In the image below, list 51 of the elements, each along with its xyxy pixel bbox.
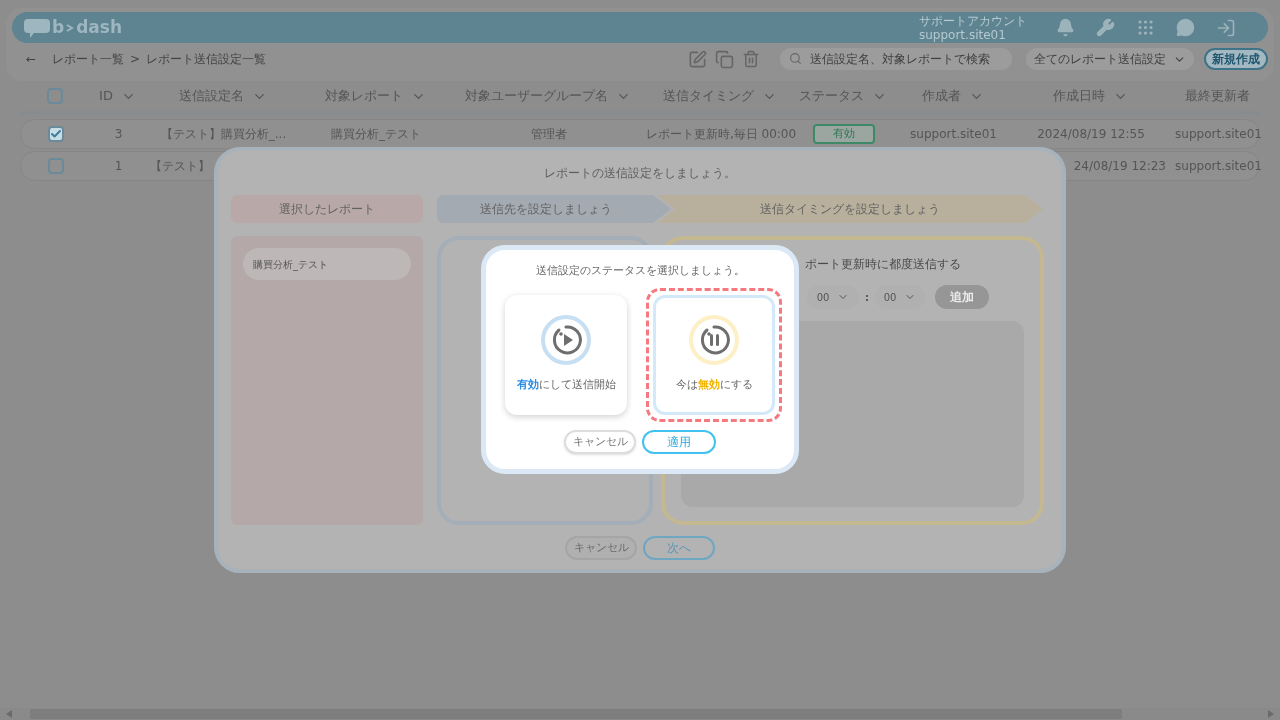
check-icon xyxy=(50,127,62,141)
logo-text: dash xyxy=(76,15,123,39)
wrench-icon[interactable] xyxy=(1096,18,1115,37)
filter-dropdown[interactable]: 全てのレポート送信設定 xyxy=(1026,48,1194,70)
breadcrumb-item[interactable]: レポート一覧 xyxy=(52,50,125,68)
table-cell-text: 1 xyxy=(114,158,123,175)
status-badge: 有効 xyxy=(812,123,875,145)
breadcrumb-item[interactable]: レポート送信設定一覧 xyxy=(146,50,267,68)
cancel-button[interactable]: キャンセル xyxy=(565,536,637,560)
table-cell-text: 24/08/19 12:23 xyxy=(1073,158,1166,175)
time-separator: : xyxy=(865,290,869,305)
search-icon xyxy=(789,52,802,65)
logo-icon xyxy=(24,16,50,39)
table-cell-text: 3 xyxy=(114,126,123,143)
bell-icon[interactable] xyxy=(1056,18,1075,37)
table-cell-text: support.site01 xyxy=(1175,126,1262,143)
add-button[interactable]: 追加 xyxy=(935,285,989,309)
header-checkbox[interactable] xyxy=(47,88,63,104)
timing-option-label: ポート更新時に都度送信する xyxy=(805,256,961,273)
option-label: 有効にして送信開始 xyxy=(516,377,616,394)
grid-icon[interactable] xyxy=(1136,18,1155,37)
new-button[interactable]: 新規作成 xyxy=(1204,48,1268,70)
next-button[interactable]: 次へ xyxy=(643,536,715,560)
edit-icon[interactable] xyxy=(688,49,707,69)
row-checkbox[interactable] xyxy=(48,126,64,142)
table-cell-text: support.site01 xyxy=(910,126,997,143)
copy-icon[interactable] xyxy=(715,49,734,69)
logout-icon[interactable] xyxy=(1216,17,1236,38)
back-arrow[interactable]: ← xyxy=(26,50,37,68)
breadcrumb-separator: > xyxy=(130,51,141,68)
trash-icon[interactable] xyxy=(742,50,760,68)
apply-button[interactable]: 適用 xyxy=(642,429,716,454)
status-option[interactable]: 今は無効にする xyxy=(646,287,782,422)
modal-title: レポートの送信設定をしましょう。 xyxy=(544,165,736,182)
pause-circle-icon xyxy=(689,315,739,366)
scroll-right-icon[interactable] xyxy=(1268,710,1274,718)
dialog-title: 送信設定のステータスを選択しましょう。 xyxy=(535,263,745,279)
table-cell-text: 2024/08/19 12:55 xyxy=(1037,126,1145,143)
cancel-button[interactable]: キャンセル xyxy=(564,429,636,454)
search-field[interactable]: 送信設定名、対象レポートで検索 xyxy=(780,48,1012,70)
play-circle-icon xyxy=(541,315,591,366)
row-checkbox[interactable] xyxy=(48,158,64,174)
table-cell-text: support.site01 xyxy=(1175,158,1262,175)
account-id: support.site01 xyxy=(919,27,1007,42)
option-label: 今は無効にする xyxy=(675,377,753,394)
column-header[interactable]: ID xyxy=(99,86,113,106)
account-name: サポートアカウント xyxy=(919,13,1027,28)
chat-icon[interactable] xyxy=(1176,18,1195,37)
logo-text: b xyxy=(52,15,65,39)
scroll-left-icon[interactable] xyxy=(6,710,12,718)
report-chip: 購買分析_テスト xyxy=(243,248,411,280)
